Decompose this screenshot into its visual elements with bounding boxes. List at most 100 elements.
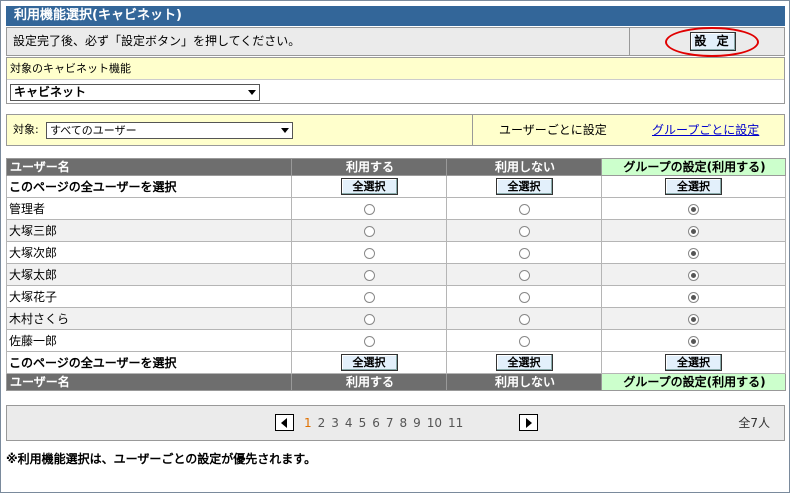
use-radio[interactable] (363, 203, 375, 215)
select-all-row: このページの全ユーザーを選択 全選択 全選択 全選択 (6, 351, 786, 374)
select-all-cell: 全選択 (601, 351, 786, 374)
radio-cell (291, 219, 447, 242)
column-header: ユーザー名 (6, 373, 292, 391)
dialog-frame: 利用機能選択(キャビネット) 設定完了後、必ず「設定ボタン」を押してください。 … (0, 0, 790, 493)
nouse-radio[interactable] (518, 225, 530, 237)
radio-cell (291, 197, 447, 220)
page-link[interactable]: 1 (304, 406, 312, 440)
radio-cell (446, 219, 602, 242)
set-button[interactable]: 設 定 (690, 32, 736, 51)
select-all-cell: 全選択 (291, 351, 447, 374)
page-link[interactable]: 6 (372, 406, 380, 440)
use-radio[interactable] (363, 291, 375, 303)
radio-cell (446, 285, 602, 308)
radio-cell (601, 307, 786, 330)
column-header: 利用する (291, 373, 447, 391)
select-all-nouse-button[interactable]: 全選択 (495, 178, 553, 195)
user-table: ユーザー名 利用する 利用しない グループの設定(利用する) このページの全ユーザーを選… (6, 158, 786, 391)
radio-cell (446, 197, 602, 220)
page-link[interactable]: 3 (331, 406, 339, 440)
group-radio[interactable] (688, 313, 699, 325)
nouse-radio[interactable] (518, 247, 530, 259)
table-row: 佐藤一郎 (6, 329, 786, 352)
use-radio[interactable] (363, 225, 375, 237)
cabinet-select-value: キャビネット (14, 85, 87, 99)
cabinet-label: 対象のキャビネット機能 (7, 58, 784, 80)
page-link[interactable]: 7 (386, 406, 394, 440)
table-row: 大塚太郎 (6, 263, 786, 286)
per-user-setting-label: ユーザーごとに設定 (499, 123, 607, 137)
select-all-nouse-button[interactable]: 全選択 (495, 354, 553, 371)
radio-cell (291, 263, 447, 286)
table-row: 大塚三郎 (6, 219, 786, 242)
cabinet-section: 対象のキャビネット機能 キャビネット (6, 57, 785, 104)
table-header-row: ユーザー名 利用する 利用しない グループの設定(利用する) (6, 158, 786, 176)
prev-page-button[interactable] (275, 414, 294, 431)
radio-cell (446, 307, 602, 330)
select-all-use-button[interactable]: 全選択 (340, 354, 398, 371)
radio-cell (446, 263, 602, 286)
table-row: 大塚花子 (6, 285, 786, 308)
user-name: 木村さくら (6, 307, 292, 330)
chevron-down-icon (281, 128, 289, 133)
page-link[interactable]: 9 (413, 406, 421, 440)
page-numbers: 1 2 3 4 5 6 7 8 9 10 11 (304, 406, 469, 440)
use-radio[interactable] (363, 247, 375, 259)
user-name: 佐藤一郎 (6, 329, 292, 352)
page-link[interactable]: 8 (399, 406, 407, 440)
page-link[interactable]: 10 (427, 406, 442, 440)
radio-cell (291, 329, 447, 352)
table-header-row: ユーザー名 利用する 利用しない グループの設定(利用する) (6, 373, 786, 391)
group-radio[interactable] (688, 247, 699, 259)
group-radio[interactable] (688, 225, 699, 237)
select-all-cell: 全選択 (446, 351, 602, 374)
group-radio[interactable] (688, 335, 699, 347)
use-radio[interactable] (363, 269, 375, 281)
nouse-radio[interactable] (518, 291, 530, 303)
radio-cell (601, 197, 786, 220)
next-page-button[interactable] (519, 414, 538, 431)
target-select[interactable]: すべてのユーザー (46, 122, 293, 139)
page-link[interactable]: 4 (345, 406, 353, 440)
chevron-down-icon (248, 90, 256, 95)
triangle-right-icon (526, 418, 532, 428)
page-link[interactable]: 2 (318, 406, 326, 440)
target-label: 対象: (13, 123, 39, 136)
page-link[interactable]: 5 (359, 406, 367, 440)
nouse-radio[interactable] (518, 335, 530, 347)
radio-cell (291, 307, 447, 330)
use-radio[interactable] (363, 313, 375, 325)
page-title: 利用機能選択(キャビネット) (6, 6, 785, 26)
select-all-use-button[interactable]: 全選択 (340, 178, 398, 195)
target-divider (472, 115, 473, 145)
column-header: 利用しない (446, 158, 602, 176)
group-radio[interactable] (688, 269, 699, 281)
radio-cell (601, 241, 786, 264)
column-header: ユーザー名 (6, 158, 292, 176)
target-select-value: すべてのユーザー (50, 124, 137, 137)
radio-cell (601, 263, 786, 286)
page-link[interactable]: 11 (448, 406, 463, 440)
triangle-left-icon (281, 418, 287, 428)
per-group-setting-link[interactable]: グループごとに設定 (652, 115, 759, 145)
group-radio[interactable] (688, 203, 699, 215)
target-section: 対象: すべてのユーザー ユーザーごとに設定 グループごとに設定 (6, 114, 785, 146)
user-name: 大塚三郎 (6, 219, 292, 242)
user-name: 大塚花子 (6, 285, 292, 308)
use-radio[interactable] (363, 335, 375, 347)
nouse-radio[interactable] (518, 269, 530, 281)
nouse-radio[interactable] (518, 313, 530, 325)
instruction-text: 設定完了後、必ず「設定ボタン」を押してください。 (13, 34, 301, 48)
table-row: 大塚次郎 (6, 241, 786, 264)
select-all-group-button[interactable]: 全選択 (665, 354, 722, 371)
user-name: 大塚次郎 (6, 241, 292, 264)
select-all-group-button[interactable]: 全選択 (665, 178, 722, 195)
nouse-radio[interactable] (518, 203, 530, 215)
cabinet-select[interactable]: キャビネット (10, 84, 260, 101)
select-all-label: このページの全ユーザーを選択 (6, 351, 292, 374)
user-name: 管理者 (6, 197, 292, 220)
instruction-bar: 設定完了後、必ず「設定ボタン」を押してください。 設 定 (6, 27, 785, 57)
pagination: 1 2 3 4 5 6 7 8 9 10 11 全7人 (6, 405, 785, 441)
select-all-label: このページの全ユーザーを選択 (6, 175, 292, 198)
group-radio[interactable] (688, 291, 699, 303)
